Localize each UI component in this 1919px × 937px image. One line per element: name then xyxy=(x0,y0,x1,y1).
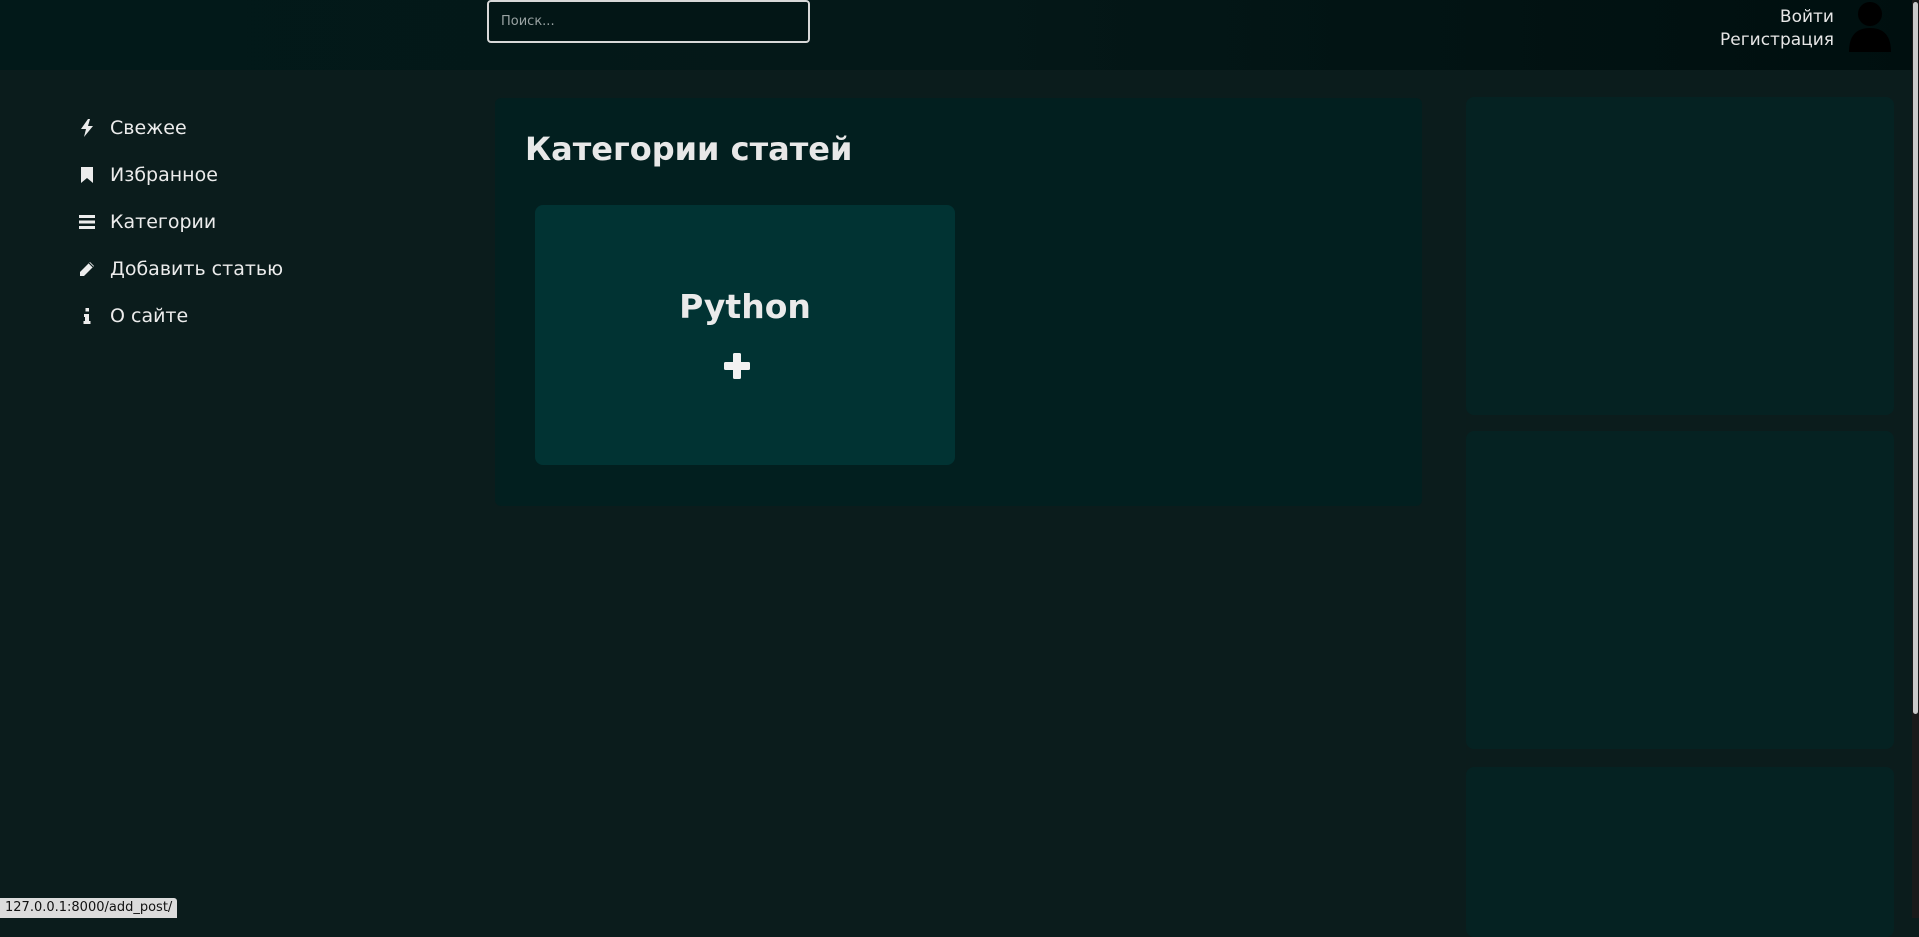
sidebar-item-label: Избранное xyxy=(110,164,218,186)
info-icon xyxy=(78,307,96,325)
category-card-python[interactable]: Python xyxy=(535,205,955,465)
right-panel-2 xyxy=(1466,431,1894,749)
page-title: Категории статей xyxy=(525,130,852,168)
sidebar-item-label: О сайте xyxy=(110,305,188,327)
sidebar-item-label: Категории xyxy=(110,211,216,233)
list-icon xyxy=(78,213,96,231)
login-link[interactable]: Войти xyxy=(1720,6,1834,29)
bolt-icon xyxy=(78,119,96,137)
pencil-icon xyxy=(78,260,96,278)
page-scrollbar[interactable] xyxy=(1912,0,1919,918)
sidebar-item-label: Свежее xyxy=(110,117,187,139)
auth-links: Войти Регистрация xyxy=(1720,6,1834,52)
plus-icon[interactable] xyxy=(723,352,751,380)
right-panel-1 xyxy=(1466,97,1894,415)
bookmark-icon xyxy=(78,166,96,184)
sidebar-item-add-post[interactable]: Добавить статью xyxy=(78,245,458,292)
sidebar-item-favorites[interactable]: Избранное xyxy=(78,151,458,198)
search-input[interactable] xyxy=(499,13,808,30)
sidebar-item-about[interactable]: О сайте xyxy=(78,292,458,339)
sidebar-nav: Свежее Избранное Категории Добавить стат… xyxy=(78,104,458,339)
register-link[interactable]: Регистрация xyxy=(1720,29,1834,52)
categories-section: Категории статей Python xyxy=(495,98,1422,506)
user-avatar-icon[interactable] xyxy=(1848,0,1892,52)
category-name: Python xyxy=(535,287,955,326)
sidebar-item-categories[interactable]: Категории xyxy=(78,198,458,245)
top-header: Войти Регистрация xyxy=(0,0,1919,70)
scrollbar-thumb[interactable] xyxy=(1913,2,1918,714)
sidebar-item-label: Добавить статью xyxy=(110,258,283,280)
sidebar-item-fresh[interactable]: Свежее xyxy=(78,104,458,151)
status-bar-url: 127.0.0.1:8000/add_post/ xyxy=(0,898,177,918)
search-box[interactable] xyxy=(487,0,810,43)
right-panel-3 xyxy=(1466,767,1894,937)
